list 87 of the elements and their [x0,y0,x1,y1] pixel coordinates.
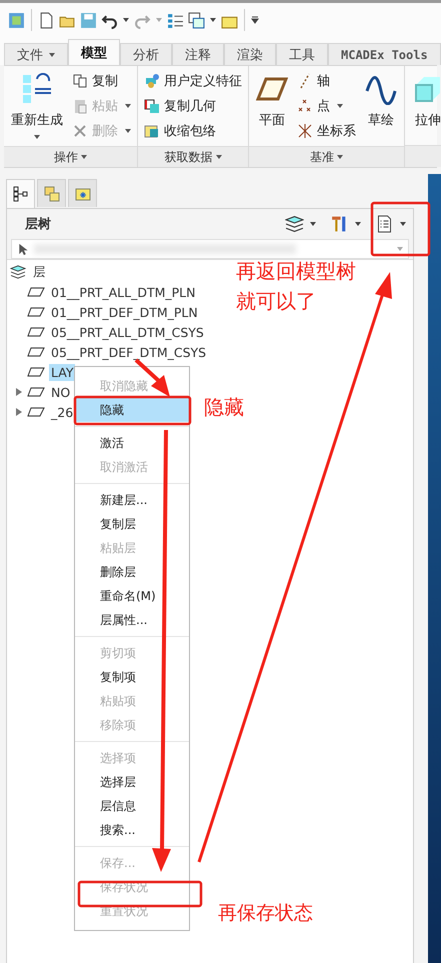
annotation-arrow [134,358,170,397]
menu-item[interactable]: 搜索... [75,818,189,842]
paste-icon [72,98,88,114]
layer-icon [27,367,45,377]
layer-icon [27,327,45,337]
layers-icon [9,265,27,279]
group-label-button[interactable]: 基准 [249,146,404,167]
callout-text: 隐藏 [204,394,244,421]
callout-text: 再保存状态 [218,901,313,926]
tree-icon [12,186,28,202]
tree-tab[interactable] [6,179,35,208]
menu-item[interactable]: 层信息 [75,794,189,818]
group-label-button[interactable]: 获取数据 [138,146,248,167]
filter-field[interactable] [11,239,409,259]
folder-icon [74,186,90,202]
large-command-button[interactable]: 草绘 [362,69,400,133]
layer-icon [27,287,45,297]
copy-geometry-icon [144,98,160,114]
command-button[interactable]: 坐标系 [295,120,358,141]
tree-item[interactable]: 05__PRT_DEF_DTM_CSYS [49,344,208,360]
menu-item[interactable]: 选择层 [75,770,189,794]
delete-icon [72,122,88,139]
layer-icon [27,307,45,317]
shrinkwrap-icon [144,122,160,139]
caret-icon[interactable] [122,16,130,24]
callout-text: 就可以了 [236,288,316,315]
menu-item[interactable]: 新建层... [75,488,189,512]
regenerate-icon [21,73,53,105]
tree-item[interactable]: LAY [49,364,76,380]
panel-title: 层树 [25,216,51,233]
expand-arrow-icon[interactable] [15,407,23,417]
callout-text: 再返回模型树 [236,258,356,285]
command-button[interactable]: 用户定义特征 [142,71,244,92]
tree-item[interactable]: 01__PRT_DEF_DTM_PLN [49,304,200,320]
layer-icon [27,347,45,357]
caret-icon[interactable] [309,220,317,228]
tree-item[interactable]: 05__PRT_ALL_DTM_CSYS [49,324,206,340]
list-icon[interactable] [375,215,394,233]
ribbon-tab[interactable]: 分析 [120,43,172,65]
layer-icon [27,407,45,417]
command-button[interactable]: 轴 [295,71,358,92]
ribbon-tab[interactable]: 注释 [172,43,224,65]
layer-icon [27,387,45,397]
caret-icon[interactable] [354,220,362,228]
point-icon [297,98,313,114]
menu-item[interactable]: 复制项 [75,665,189,689]
large-command-button[interactable]: 平面 [253,69,291,133]
menu-item[interactable]: 激活 [75,431,189,455]
cursor-icon [18,242,28,256]
ribbon-tab[interactable]: 工具 [276,43,328,65]
menu-item[interactable]: 隐藏 [75,398,189,422]
tree-item[interactable]: NO [49,384,72,400]
command-button[interactable]: 点 [295,96,358,116]
coordinate-system-icon [297,122,313,139]
feature-icon [144,73,160,90]
folders-icon [44,186,60,202]
menu-item[interactable]: 重命名(M) [75,584,189,608]
tree-item[interactable]: 层 [31,262,48,282]
command-button[interactable]: 收缩包络 [142,120,244,141]
layers-icon[interactable] [285,215,304,233]
ribbon-tab[interactable]: 渲染 [224,43,276,65]
tree-item[interactable]: 01__PRT_ALL_DTM_PLN [49,284,198,300]
command-button[interactable]: 复制 [70,71,133,92]
highlight-box [370,202,430,256]
caret-icon[interactable] [399,220,407,228]
menu-item[interactable]: 层属性... [75,608,189,632]
menu-item[interactable]: 复制层 [75,512,189,536]
folder-tab[interactable] [68,179,97,207]
ribbon-tab[interactable]: 模型 [68,39,120,65]
customize-caret-icon[interactable] [251,16,259,24]
menu-item[interactable]: 删除层 [75,560,189,584]
expand-arrow-icon[interactable] [15,387,23,397]
large-command-button[interactable]: 拉伸 [409,69,441,133]
new-file-icon[interactable] [38,12,55,28]
command-button[interactable]: 复制几何 [142,96,244,116]
caret-icon[interactable] [209,16,217,24]
regenerate-icon[interactable] [167,12,184,28]
caret-icon [396,245,404,253]
app-icon[interactable] [8,12,25,28]
ribbon-tab[interactable]: MCADEx Tools [328,43,441,65]
ribbon-tab[interactable]: 文件 [4,43,68,65]
sine-wave-icon [365,73,397,105]
tree-item[interactable]: _26 [49,404,76,420]
large-command-button[interactable]: 重新生成 [8,69,66,143]
windows-icon[interactable] [188,12,205,28]
copy-icon [72,73,88,90]
group-label-button[interactable]: 操作 [4,146,137,167]
